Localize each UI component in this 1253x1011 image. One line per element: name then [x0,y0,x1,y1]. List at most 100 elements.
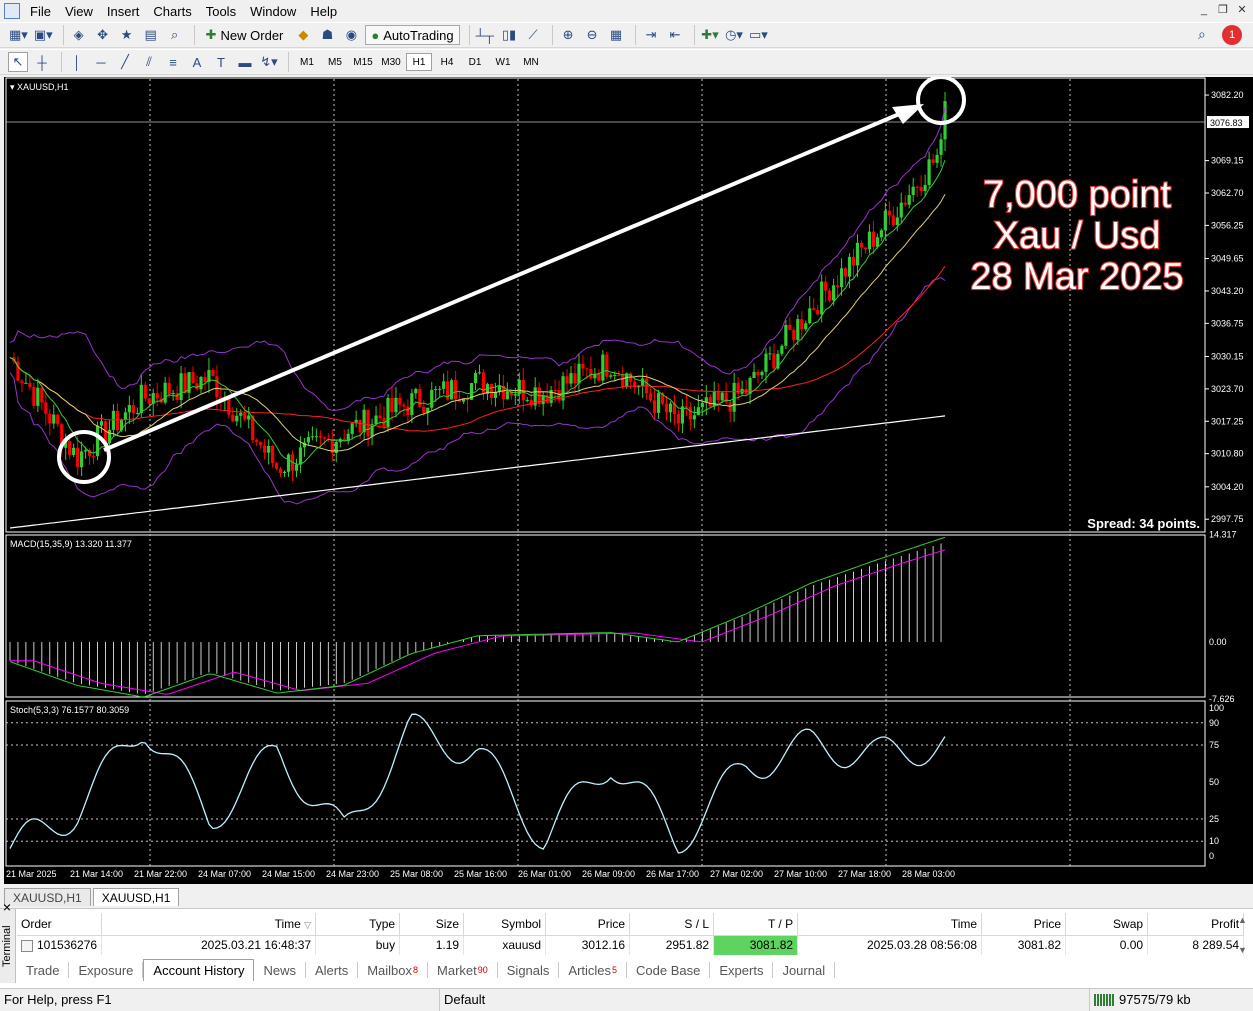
periods-icon[interactable]: ◷▾ [724,25,744,45]
autoscroll-icon[interactable]: ⇥ [641,25,661,45]
radio-icon[interactable]: ◉ [341,25,361,45]
bar-chart-icon[interactable]: ┴┬ [475,25,495,45]
tab-news[interactable]: News [254,962,306,978]
col-price[interactable]: Price [545,913,631,936]
close-icon[interactable]: ✕ [1234,3,1250,19]
col-time[interactable]: Time ▽ [101,913,317,936]
metaeditor-icon[interactable]: ◆ [293,25,313,45]
new-order-button[interactable]: ✚ New Order [200,25,290,45]
new-chart-icon[interactable]: ▦▾ [8,25,29,45]
col-profit[interactable]: Profit [1147,913,1245,936]
col-swap[interactable]: Swap [1065,913,1149,936]
fibonacci-icon[interactable]: ≡ [163,52,183,72]
timeframe-d1[interactable]: D1 [462,53,488,71]
chart-tab-active[interactable]: XAUUSD,H1 [92,888,180,906]
col-tp[interactable]: T / P [713,913,799,936]
chart-canvas[interactable]: 3082.20 3069.15 3062.70 3056.25 3049.65 3043.… [4,77,1253,884]
close-icon[interactable]: ✕ [1,903,68,912]
menu-help[interactable]: Help [306,4,347,19]
timeframe-h4[interactable]: H4 [434,53,460,71]
navigator-icon[interactable]: ✥ [93,25,113,45]
favorites-icon[interactable]: ★ [117,25,137,45]
tab-articles[interactable]: Articles 5 [559,962,628,978]
timeframe-mn[interactable]: MN [518,53,544,71]
sort-icon: ▽ [304,919,312,930]
candle-body [282,471,287,474]
col-close-time[interactable]: Time [797,913,983,936]
restore-icon[interactable]: ❐ [1215,3,1231,19]
chart-window[interactable]: 3082.20 3069.15 3062.70 3056.25 3049.65 3043.… [4,77,1253,884]
zoom-in-icon[interactable]: ⊕ [558,25,578,45]
notification-badge[interactable]: 1 [1222,25,1242,45]
zoom-out-icon[interactable]: ⊖ [582,25,602,45]
tab-label: Trade [26,962,60,978]
menu-insert[interactable]: Insert [103,4,150,19]
tab-market[interactable]: Market 90 [428,962,498,978]
text-label-icon[interactable]: T [211,52,231,72]
timeframe-w1[interactable]: W1 [490,53,516,71]
table-row[interactable]: 101536276 2025.03.21 16:48:37 buy 1.19 x… [17,935,1245,955]
timeframe-h1[interactable]: H1 [406,53,432,71]
tab-label: Journal [782,962,826,978]
tab-signals[interactable]: Signals [498,962,560,978]
tab-journal[interactable]: Journal [773,962,836,978]
candle-body [652,400,657,413]
minimize-icon[interactable]: _ [1196,3,1212,19]
search-icon[interactable]: ⌕ [1198,26,1206,43]
col-symbol[interactable]: Symbol [463,913,547,936]
autotrading-button[interactable]: ● AutoTrading [365,25,460,45]
candle-body [800,319,804,330]
order-icon [21,940,33,953]
horizontal-line-icon[interactable]: ─ [91,52,111,72]
cursor-icon[interactable]: ↖ [8,52,28,72]
col-close-price[interactable]: Price [981,913,1067,936]
tester-icon[interactable]: ⌕ [165,25,185,45]
candle-body [824,281,828,291]
profiles-icon[interactable]: ▣▾ [33,25,54,45]
tab-account-history[interactable]: Account History [143,959,255,981]
text-icon[interactable]: A [187,52,207,72]
menu-view[interactable]: View [61,4,103,19]
col-order[interactable]: Order [17,913,103,936]
col-sl[interactable]: S / L [629,913,715,936]
shapes-icon[interactable]: ▬ [235,52,255,72]
tab-trade[interactable]: Trade [17,962,70,978]
timeframe-m30[interactable]: M30 [378,53,404,71]
templates-icon[interactable]: ▭▾ [748,25,769,45]
indicators-icon[interactable]: ✚▾ [700,25,720,45]
col-type[interactable]: Type [315,913,401,936]
terminal-icon[interactable]: ▤ [141,25,161,45]
menu-charts[interactable]: Charts [149,4,201,19]
menu-tools[interactable]: Tools [202,4,246,19]
arrows-icon[interactable]: ↯▾ [259,52,279,72]
candle-body [271,445,275,464]
channel-icon[interactable]: ⫽ [139,52,159,72]
candle-body [76,447,80,468]
chart-shift-icon[interactable]: ⇤ [665,25,685,45]
scroll-down-icon[interactable]: ▼ [1238,945,1247,955]
vertical-line-icon[interactable]: │ [67,52,87,72]
tab-experts[interactable]: Experts [710,962,774,978]
tab-exposure[interactable]: Exposure [69,962,144,978]
macd-tick-label: 14.317 [1209,530,1237,540]
tab-mailbox[interactable]: Mailbox 8 [358,962,429,978]
signals-icon[interactable]: ☗ [317,25,337,45]
timeframe-m15[interactable]: M15 [350,53,376,71]
menu-window[interactable]: Window [246,4,306,19]
tab-alerts[interactable]: Alerts [306,962,359,978]
scroll-up-icon[interactable]: ▲ [1238,915,1247,925]
trendline-icon[interactable]: ╱ [115,52,135,72]
timeframe-m1[interactable]: M1 [294,53,320,71]
candle-body [83,450,88,452]
stoch-tick-label: 0 [1209,851,1214,861]
market-watch-icon[interactable]: ◈ [69,25,89,45]
timeframe-m5[interactable]: M5 [322,53,348,71]
menu-file[interactable]: File [26,4,61,19]
tile-windows-icon[interactable]: ▦ [606,25,626,45]
tab-code-base[interactable]: Code Base [627,962,711,978]
col-size[interactable]: Size [399,913,465,936]
status-profile[interactable]: Default [440,988,1090,1011]
line-chart-icon[interactable]: ⟋ [523,25,543,45]
candlestick-icon[interactable]: ▯▮ [499,25,519,45]
crosshair-icon[interactable]: ┼ [32,52,52,72]
